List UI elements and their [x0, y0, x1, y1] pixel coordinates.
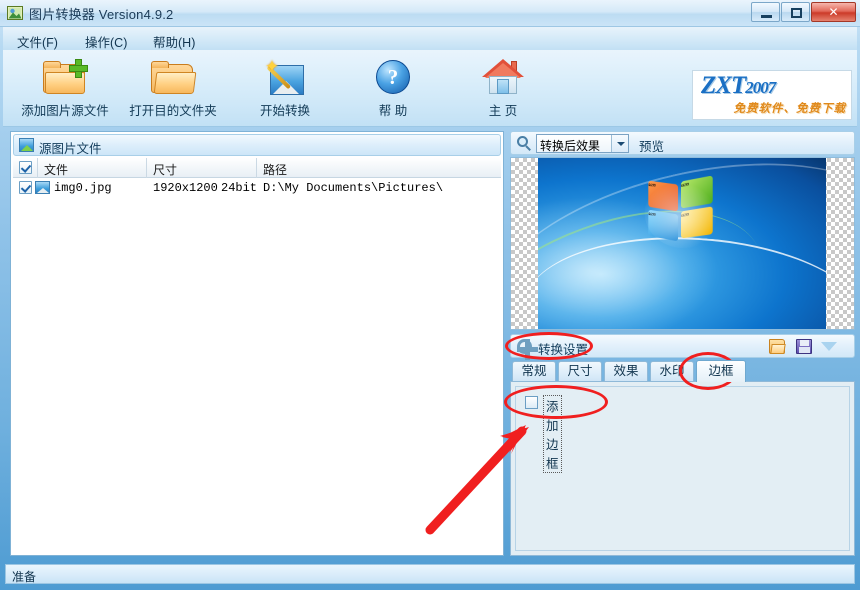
menu-bar: 文件(F) 操作(C) 帮助(H)	[3, 27, 857, 51]
border-tab-panel: 添加边框	[510, 381, 855, 556]
folder-open-icon	[121, 55, 225, 99]
banner-year: 2007	[745, 78, 776, 97]
column-header-size[interactable]: 尺寸	[153, 161, 177, 178]
cell-depth: 24bit	[221, 181, 258, 195]
start-convert-button[interactable]: ✦ 开始转换	[233, 55, 337, 123]
tab-effects[interactable]: 效果	[604, 361, 648, 381]
preview-image	[538, 158, 826, 329]
window-controls: ✕	[751, 2, 856, 23]
banner-title: ZXT2007	[701, 72, 776, 99]
table-row[interactable]: img0.jpg 1920x1200 24bit D:\My Documents…	[13, 179, 501, 197]
add-border-label[interactable]: 添加边框	[543, 395, 562, 473]
magic-wand-image-icon: ✦	[233, 55, 337, 99]
image-thumb-icon	[35, 181, 50, 194]
close-button[interactable]: ✕	[811, 2, 856, 22]
open-target-folder-button[interactable]: 打开目的文件夹	[121, 55, 225, 123]
home-button[interactable]: 主 页	[451, 55, 555, 123]
status-text: 准备	[12, 570, 37, 584]
preview-mode-select[interactable]: 转换后效果	[536, 134, 629, 153]
maximize-button[interactable]	[781, 2, 810, 22]
settings-tabs: 常规 尺寸 效果 水印 边框	[510, 360, 855, 382]
file-list-columns: 文件 尺寸 路径	[13, 158, 501, 178]
load-settings-icon[interactable]	[769, 339, 785, 354]
start-convert-label: 开始转换	[259, 104, 310, 118]
gear-icon	[517, 339, 538, 360]
column-header-file[interactable]: 文件	[44, 161, 68, 178]
toolbar: 添加图片源文件 打开目的文件夹 ✦ 开始转换 ? 帮 助 主 页 ZXT2007…	[3, 50, 857, 127]
column-header-path[interactable]: 路径	[263, 161, 287, 178]
status-bar: 准备	[5, 564, 855, 584]
window-title: 图片转换器 Version4.9.2	[29, 7, 174, 22]
add-source-files-label: 添加图片源文件	[21, 104, 109, 118]
chevron-down-icon[interactable]	[611, 135, 628, 152]
zxt-banner[interactable]: ZXT2007 免费软件、免费下载	[692, 70, 852, 120]
app-icon	[7, 6, 23, 20]
source-file-list-title: 源图片文件	[39, 142, 102, 156]
conversion-settings-title: 转换设置	[538, 343, 589, 357]
tab-watermark[interactable]: 水印	[650, 361, 694, 381]
app-window: 图片转换器 Version4.9.2 ✕ 文件(F) 操作(C) 帮助(H) 添…	[0, 0, 860, 590]
help-label: 帮 助	[378, 104, 408, 118]
image-icon	[19, 138, 34, 152]
help-button[interactable]: ? 帮 助	[341, 55, 445, 123]
preview-label: 预览	[639, 140, 665, 154]
save-settings-icon[interactable]	[796, 339, 812, 354]
cell-size: 1920x1200	[153, 181, 218, 195]
title-bar: 图片转换器 Version4.9.2 ✕	[0, 0, 860, 27]
cell-path: D:\My Documents\Pictures\	[263, 181, 444, 195]
chevron-down-icon[interactable]	[821, 342, 837, 351]
windows-logo-icon	[644, 175, 723, 250]
conversion-settings-bar: 转换设置	[510, 334, 855, 360]
select-all-checkbox[interactable]	[19, 161, 32, 174]
tab-general[interactable]: 常规	[512, 361, 556, 381]
home-icon	[451, 55, 555, 99]
minimize-button[interactable]	[751, 2, 780, 22]
help-question-icon: ?	[341, 55, 445, 99]
banner-slogan: 免费软件、免费下载	[733, 103, 846, 115]
cell-file: img0.jpg	[54, 181, 112, 195]
preview-toolbar: 转换后效果 预览	[510, 131, 855, 155]
preview-area[interactable]	[510, 157, 855, 330]
tab-size[interactable]: 尺寸	[558, 361, 602, 381]
home-label: 主 页	[488, 104, 518, 118]
preview-mode-value: 转换后效果	[540, 139, 601, 153]
menu-file[interactable]: 文件(F)	[13, 31, 62, 52]
add-border-checkbox[interactable]	[525, 396, 538, 409]
menu-operation[interactable]: 操作(C)	[81, 31, 131, 52]
folder-add-icon	[13, 55, 117, 99]
add-source-files-button[interactable]: 添加图片源文件	[13, 55, 117, 123]
source-file-list-panel: 源图片文件 文件 尺寸 路径 img0.jpg 1920x1200 24bit …	[10, 131, 504, 556]
row-checkbox[interactable]	[19, 181, 32, 194]
menu-help[interactable]: 帮助(H)	[149, 31, 199, 52]
open-target-folder-label: 打开目的文件夹	[129, 104, 217, 118]
window-frame: 图片转换器 Version4.9.2 ✕ 文件(F) 操作(C) 帮助(H) 添…	[0, 0, 860, 590]
source-file-list-header: 源图片文件	[13, 134, 501, 156]
tab-border[interactable]: 边框	[696, 360, 746, 382]
magnifier-icon	[517, 136, 531, 151]
